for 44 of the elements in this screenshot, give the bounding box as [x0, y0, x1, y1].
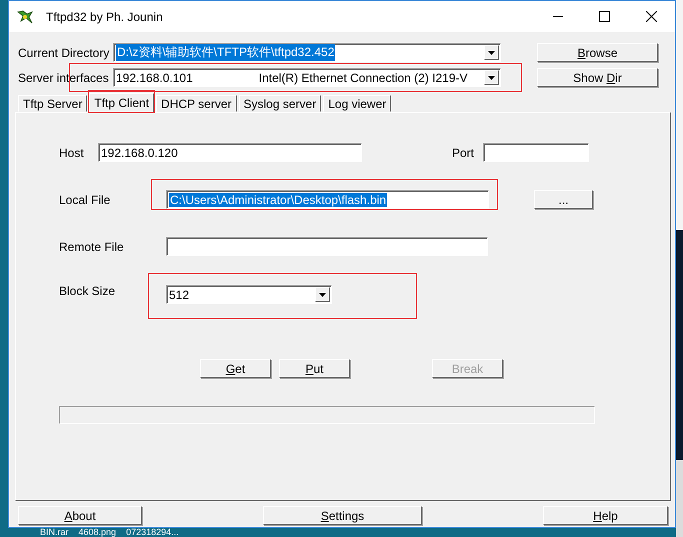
action-button[interactable]: Get [200, 359, 271, 378]
minimize-icon [552, 16, 562, 17]
action-button[interactable]: Put [279, 359, 350, 378]
tab[interactable]: Tftp Server [18, 95, 88, 112]
directory-dropdown[interactable]: D:\z资料\辅助软件\TFTP软件\tftpd32.452 [113, 43, 501, 62]
tab[interactable]: Log viewer [323, 95, 392, 112]
field-label: Local File [59, 192, 112, 206]
host-field[interactable]: 192.168.0.120 [98, 143, 362, 162]
dropdown-value: D:\z资料\辅助软件\TFTP软件\tftpd32.452 [116, 44, 336, 61]
interface-dropdown[interactable]: 192.168.0.101 Intel(R) Ethernet Connection (2) I219-V [113, 68, 501, 87]
field-label: Host [59, 146, 85, 160]
dropdown-value: 512 [168, 288, 190, 302]
file-name[interactable]: BIN.rar [40, 528, 69, 537]
caret-icon [488, 76, 495, 80]
block-size-dropdown[interactable]: 512 [166, 285, 332, 304]
field-label: Block Size [59, 284, 116, 298]
file-name[interactable]: 072318294... [126, 528, 179, 537]
field-label: Current Directory [18, 46, 110, 60]
browse-button[interactable]: ... [534, 190, 593, 209]
remote-file-field[interactable] [166, 237, 488, 256]
dropdown-button[interactable] [484, 45, 499, 60]
local-file-field[interactable]: C:\Users\Administrator\Desktop\flash.bin [166, 190, 489, 209]
field-label: Port [452, 146, 476, 160]
ip-address: 192.168.0.101 [115, 70, 194, 84]
maximize-icon [599, 11, 610, 22]
app-icon [17, 10, 33, 24]
close-icon [646, 11, 657, 22]
footer-button[interactable]: Help [543, 506, 668, 525]
show-dir-button[interactable]: Show Dir [537, 68, 658, 87]
browse-button[interactable]: Browse [537, 43, 658, 62]
adapter-name: Intel(R) Ethernet Connection (2) I219-V [258, 70, 469, 84]
footer-button[interactable]: About [18, 506, 142, 525]
caret-icon [319, 292, 326, 296]
tab[interactable]: Tftp Client [89, 93, 154, 113]
port-field[interactable] [483, 143, 589, 162]
window-title: Tftpd32 by Ph. Jounin [46, 10, 163, 24]
tab[interactable]: Syslog server [238, 95, 322, 112]
tab[interactable]: DHCP server [156, 95, 237, 112]
field-label: Remote File [59, 240, 125, 254]
dropdown-button[interactable] [484, 70, 499, 85]
file-name[interactable]: 4608.png [78, 528, 116, 537]
footer-button[interactable]: Settings [263, 506, 422, 525]
caret-icon [488, 50, 495, 54]
dropdown-button[interactable] [315, 287, 330, 302]
